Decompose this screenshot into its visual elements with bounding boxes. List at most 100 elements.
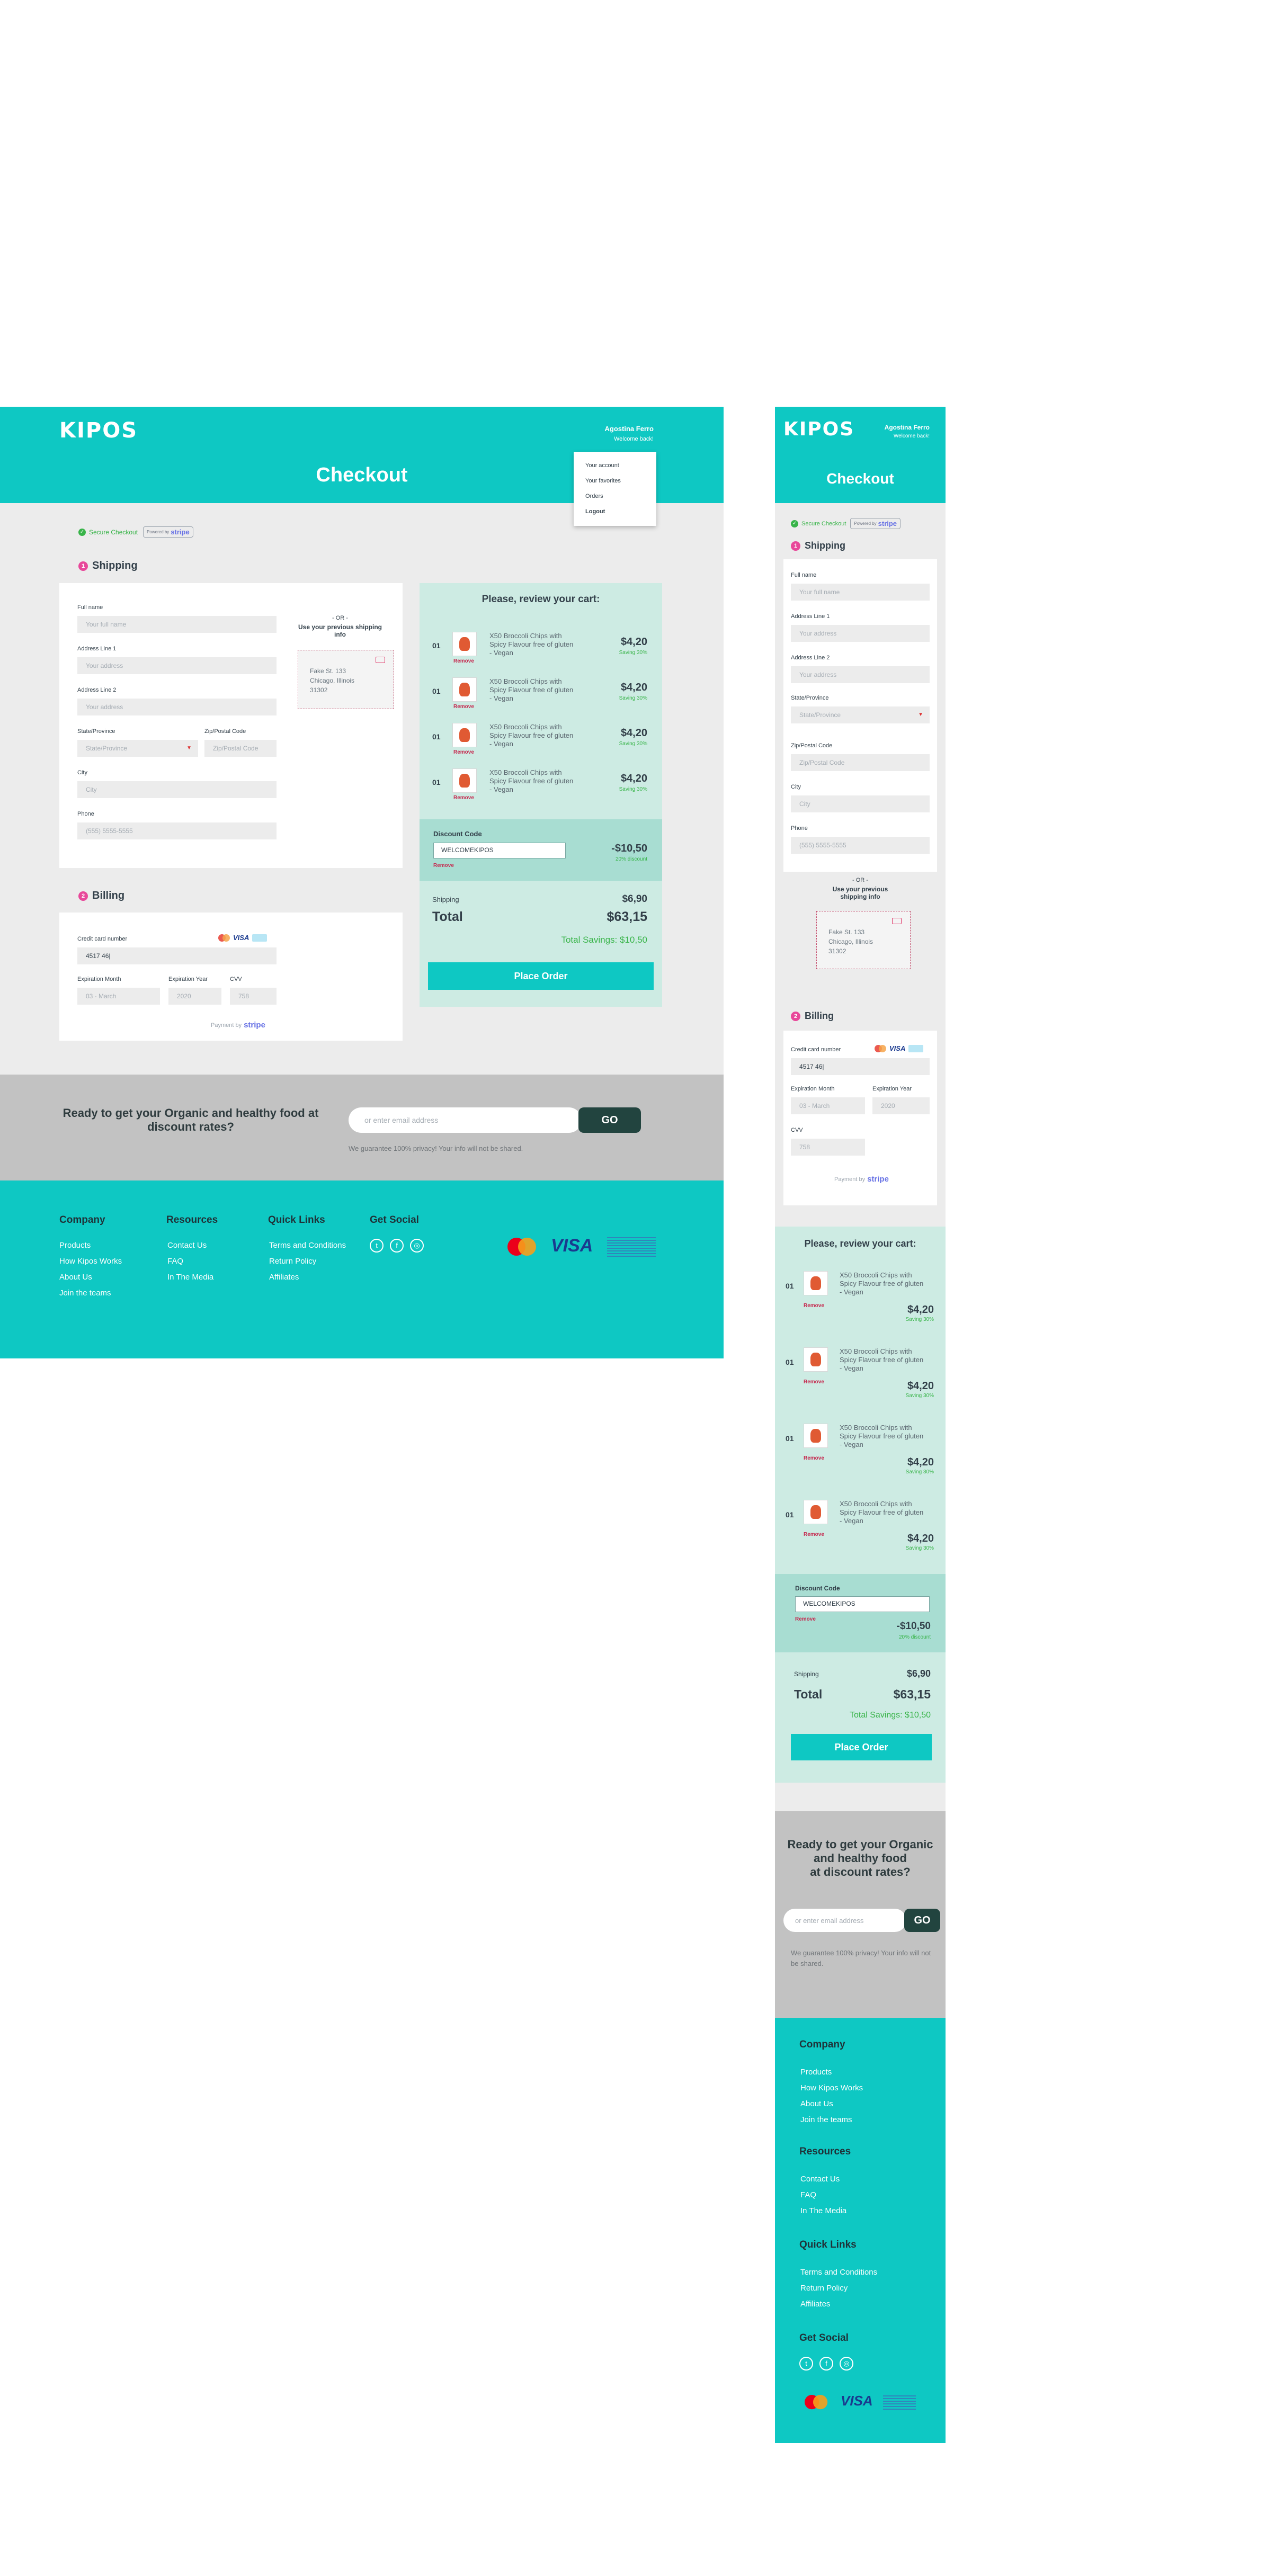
address1-field[interactable]: Your address	[77, 657, 277, 674]
footer-link-faq[interactable]: FAQ	[800, 2190, 816, 2199]
footer-link-products[interactable]: Products	[800, 2068, 832, 2077]
footer-link-how-it-works[interactable]: How Kipos Works	[59, 1257, 122, 1266]
previous-shipping-card[interactable]: Fake St. 133 Chicago, Illinois 31302	[816, 911, 911, 969]
address1-field[interactable]: Your address	[791, 625, 930, 642]
address2-field[interactable]: Your address	[791, 666, 930, 683]
newsletter-go-button[interactable]: GO	[578, 1107, 641, 1133]
phone-field[interactable]: (555) 5555-5555	[77, 822, 277, 839]
discount-code-field[interactable]: WELCOMEKIPOS	[433, 843, 566, 858]
footer-link-media[interactable]: In The Media	[800, 2206, 846, 2215]
menu-item-account[interactable]: Your account	[585, 458, 645, 473]
footer-link-return[interactable]: Return Policy	[800, 2284, 848, 2293]
remove-item-button[interactable]: Remove	[804, 1379, 824, 1385]
footer-link-join[interactable]: Join the teams	[59, 1289, 111, 1298]
instagram-icon[interactable]: ◎	[410, 1239, 424, 1253]
zip-field[interactable]: Zip/Postal Code	[791, 754, 930, 771]
place-order-button[interactable]: Place Order	[428, 962, 654, 990]
twitter-icon[interactable]: t	[799, 2357, 813, 2371]
item-name: X50 Broccoli Chips with Spicy Flavour fr…	[840, 1424, 924, 1448]
footer-resources-title: Resources	[799, 2146, 851, 2157]
user-name[interactable]: Agostina Ferro	[885, 424, 930, 431]
secure-checkout: ✓ Secure Checkout	[78, 528, 138, 536]
menu-item-orders[interactable]: Orders	[585, 489, 645, 504]
remove-discount-button[interactable]: Remove	[433, 863, 454, 869]
kipos-logo[interactable]: KIPOS	[59, 418, 138, 443]
shipping-section-title: 1 Shipping	[78, 560, 138, 572]
footer-link-products[interactable]: Products	[59, 1241, 91, 1250]
city-field[interactable]: City	[791, 795, 930, 812]
kipos-logo[interactable]: KIPOS	[783, 418, 854, 440]
mobile-checkout: KIPOS Agostina Ferro Welcome back! Check…	[775, 407, 946, 2443]
state-select[interactable]: State/Province ▼	[77, 740, 198, 757]
user-name[interactable]: Agostina Ferro	[605, 425, 654, 433]
desktop-checkout: KIPOS Agostina Ferro Welcome back! Check…	[0, 407, 724, 1358]
full-name-field[interactable]: Your full name	[77, 616, 277, 633]
item-name: X50 Broccoli Chips with Spicy Flavour fr…	[840, 1347, 924, 1372]
remove-item-button[interactable]: Remove	[453, 795, 474, 801]
state-select[interactable]: State/Province ▼	[791, 706, 930, 723]
footer-link-about[interactable]: About Us	[59, 1273, 92, 1282]
facebook-icon[interactable]: f	[390, 1239, 404, 1253]
footer-link-media[interactable]: In The Media	[167, 1273, 213, 1282]
product-image	[452, 677, 477, 702]
footer-link-terms[interactable]: Terms and Conditions	[800, 2268, 877, 2277]
remove-item-button[interactable]: Remove	[453, 704, 474, 710]
discount-percent: 20% discount	[898, 1634, 931, 1640]
discount-section: Discount Code WELCOMEKIPOS Remove -$10,5…	[775, 1574, 946, 1652]
previous-shipping-title: Use your previous shipping info	[298, 623, 382, 638]
remove-item-button[interactable]: Remove	[453, 749, 474, 755]
footer-link-return[interactable]: Return Policy	[269, 1257, 316, 1266]
previous-address-line2: Chicago, Illinois	[828, 938, 873, 945]
discount-amount: -$10,50	[896, 1621, 931, 1632]
footer-link-how-it-works[interactable]: How Kipos Works	[800, 2083, 863, 2092]
instagram-icon[interactable]: ◎	[840, 2357, 853, 2371]
cc-label: Credit card number	[791, 1046, 841, 1053]
remove-item-button[interactable]: Remove	[453, 658, 474, 664]
state-select-value: State/Province	[799, 711, 841, 719]
full-name-field[interactable]: Your full name	[791, 584, 930, 601]
total-label: Total	[432, 909, 463, 924]
zip-field[interactable]: Zip/Postal Code	[204, 740, 277, 757]
previous-shipping-card[interactable]: Fake St. 133 Chicago, Illinois 31302	[298, 650, 394, 709]
menu-item-logout[interactable]: Logout	[585, 504, 645, 520]
footer-link-affiliates[interactable]: Affiliates	[800, 2300, 830, 2309]
billing-title: Billing	[92, 890, 125, 901]
address2-field[interactable]: Your address	[77, 699, 277, 715]
newsletter-go-button[interactable]: GO	[904, 1909, 940, 1932]
item-price: $4,20	[907, 1456, 934, 1468]
newsletter-email-input[interactable]: or enter email address	[783, 1909, 906, 1932]
footer-link-affiliates[interactable]: Affiliates	[269, 1273, 299, 1282]
shipping-title: Shipping	[805, 540, 845, 551]
exp-year-field[interactable]: 2020	[168, 988, 221, 1005]
footer-link-contact[interactable]: Contact Us	[167, 1241, 207, 1250]
cc-number-field[interactable]: 4517 46|	[791, 1058, 930, 1075]
powered-by-label: Powered by	[147, 530, 170, 534]
facebook-icon[interactable]: f	[819, 2357, 833, 2371]
remove-item-button[interactable]: Remove	[804, 1303, 824, 1309]
twitter-icon[interactable]: t	[370, 1239, 384, 1253]
remove-discount-button[interactable]: Remove	[795, 1616, 816, 1622]
exp-month-field[interactable]: 03 - March	[791, 1097, 865, 1114]
exp-year-field[interactable]: 2020	[872, 1097, 930, 1114]
cvv-field[interactable]: 758	[230, 988, 277, 1005]
remove-item-button[interactable]: Remove	[804, 1455, 824, 1461]
footer-link-about[interactable]: About Us	[800, 2099, 833, 2108]
cart-review: Please, review your cart: 01 Remove X50 …	[775, 1227, 946, 1783]
footer-link-terms[interactable]: Terms and Conditions	[269, 1241, 346, 1250]
cc-number-field[interactable]: 4517 46|	[77, 947, 277, 964]
exp-month-field[interactable]: 03 - March	[77, 988, 160, 1005]
place-order-button[interactable]: Place Order	[791, 1734, 932, 1760]
discount-code-field[interactable]: WELCOMEKIPOS	[795, 1596, 930, 1612]
newsletter-email-input[interactable]: or enter email address	[349, 1107, 582, 1133]
remove-item-button[interactable]: Remove	[804, 1532, 824, 1537]
footer-link-join[interactable]: Join the teams	[800, 2115, 852, 2124]
item-name: X50 Broccoli Chips with Spicy Flavour fr…	[489, 677, 574, 702]
footer-link-faq[interactable]: FAQ	[167, 1257, 183, 1266]
phone-field[interactable]: (555) 5555-5555	[791, 837, 930, 854]
product-image	[452, 632, 477, 656]
cvv-field[interactable]: 758	[791, 1139, 865, 1156]
footer-link-contact[interactable]: Contact Us	[800, 2175, 840, 2184]
city-field[interactable]: City	[77, 781, 277, 798]
item-price: $4,20	[907, 1533, 934, 1544]
menu-item-favorites[interactable]: Your favorites	[585, 473, 645, 489]
